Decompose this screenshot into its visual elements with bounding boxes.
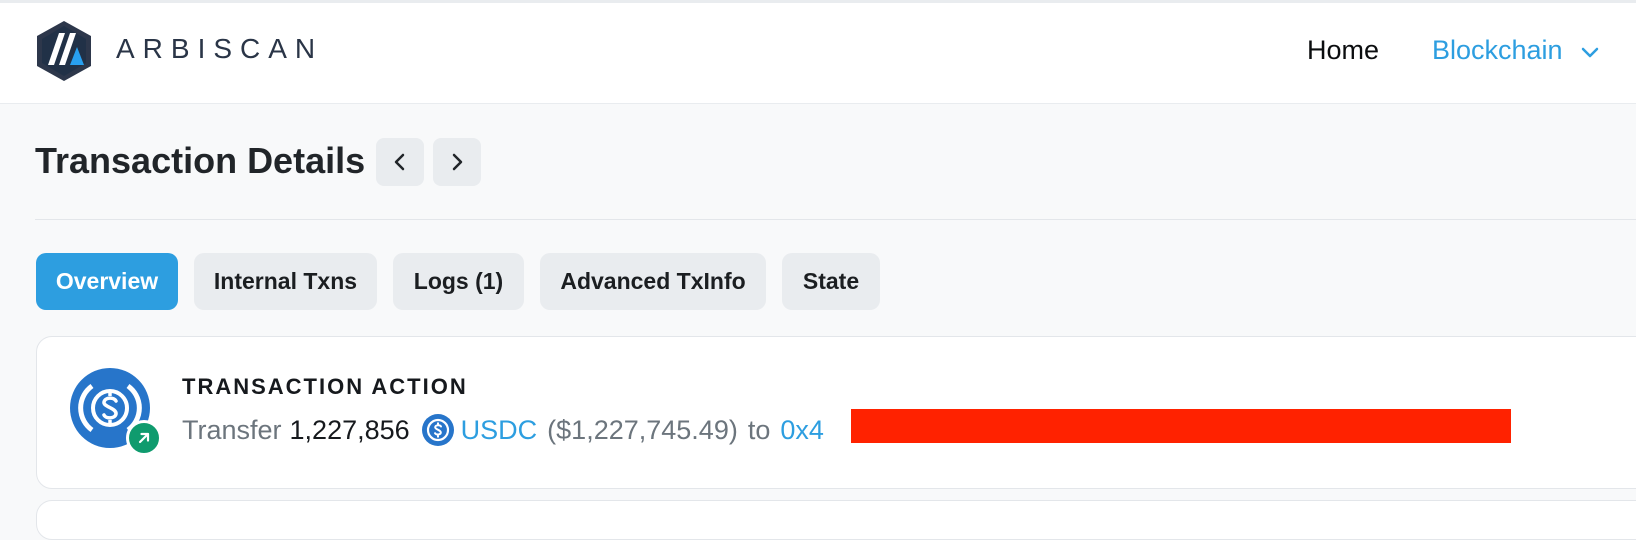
tab-advanced-txinfo[interactable]: Advanced TxInfo (540, 253, 766, 310)
title-divider (35, 219, 1636, 220)
tab-overview[interactable]: Overview (36, 253, 178, 310)
tab-state[interactable]: State (782, 253, 880, 310)
page-title: Transaction Details (35, 140, 366, 181)
transaction-details-card (36, 500, 1636, 540)
transaction-action-heading: TRANSACTION ACTION (182, 374, 468, 399)
arbiscan-logo-icon[interactable] (34, 19, 94, 83)
brand-name[interactable]: ARBISCAN (116, 33, 323, 65)
previous-transaction-button[interactable] (376, 138, 424, 186)
chevron-down-icon (1581, 47, 1599, 58)
nav-blockchain-label: Blockchain (1432, 35, 1563, 65)
redaction-bar (851, 409, 1511, 443)
next-transaction-button[interactable] (433, 138, 481, 186)
nav-home-link[interactable]: Home (1307, 35, 1379, 66)
chevron-left-icon (394, 153, 405, 171)
to-label: to (747, 414, 771, 445)
tab-internal-txns[interactable]: Internal Txns (194, 253, 377, 310)
usd-value: ($1,227,745.49) (547, 414, 738, 445)
token-link-usdc[interactable]: USDC (461, 415, 538, 446)
transaction-action-line: Transfer 1,227,856 USDC ($1,227,745.49) … (182, 414, 824, 446)
usdc-token-icon (421, 414, 454, 446)
chevron-right-icon (452, 153, 463, 171)
top-header: ARBISCAN Home Blockchain (0, 0, 1636, 104)
action-verb: Transfer (182, 414, 282, 445)
transfer-badge (126, 420, 162, 456)
tab-logs[interactable]: Logs (1) (393, 253, 524, 310)
arrow-up-right-icon (138, 432, 150, 444)
nav-blockchain-dropdown[interactable]: Blockchain (1432, 35, 1600, 66)
transfer-amount: 1,227,856 (289, 414, 410, 445)
recipient-address-link[interactable]: 0x4 (780, 415, 824, 446)
